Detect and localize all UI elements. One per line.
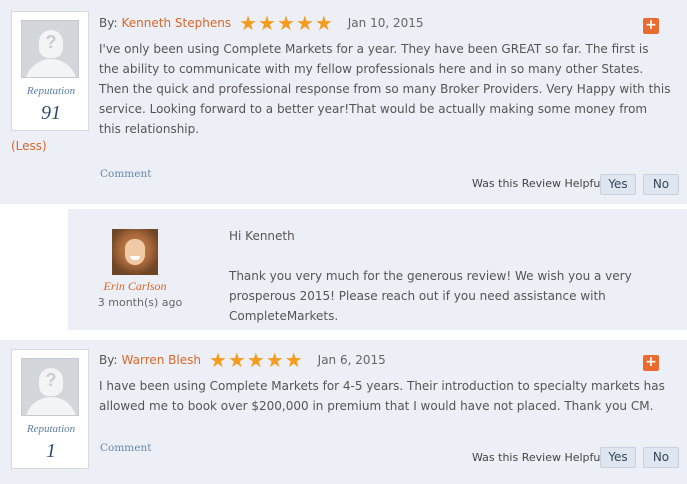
no-button[interactable]: No [643, 447, 679, 468]
review-date: Jan 10, 2015 [347, 16, 424, 30]
avatar: ? [21, 20, 79, 78]
star-icon: ★ [258, 11, 276, 35]
review-text: I've only been using Complete Markets fo… [99, 42, 671, 136]
star-icon: ★ [284, 348, 303, 372]
star-icon: ★ [276, 11, 295, 35]
comment-link[interactable]: Comment [100, 168, 151, 180]
reputation-value: 91 [41, 102, 61, 124]
review-byline: By: Kenneth Stephens ★ ★ ★ ★ ★ Jan 10, 2… [99, 13, 424, 33]
yes-button[interactable]: Yes [600, 447, 636, 468]
star-icon: ★ [227, 348, 246, 372]
star-icon: ★ [295, 11, 314, 35]
plus-icon[interactable]: + [643, 18, 659, 34]
reply-text: Thank you very much for the generous rev… [229, 269, 632, 323]
star-icon: ★ [208, 348, 227, 372]
by-label: By: [99, 16, 118, 30]
less-link[interactable]: (Less) [11, 139, 47, 153]
staff-avatar [112, 229, 158, 275]
reply-time: 3 month(s) ago [97, 296, 183, 309]
plus-icon[interactable]: + [643, 355, 659, 371]
review-date: Jan 6, 2015 [317, 353, 386, 367]
by-label: By: [99, 353, 118, 367]
review-byline: By: Warren Blesh ★ ★ ★ ★ ★ Jan 6, 2015 [99, 350, 386, 370]
helpful-label: Was this Review Helpful? [472, 177, 610, 190]
reputation-value: 1 [46, 440, 56, 462]
review-card: ? Reputation 91 By: Kenneth Stephens ★ ★… [0, 0, 687, 204]
star-icon: ★ [265, 348, 284, 372]
reputation-label: Reputation [26, 423, 76, 435]
star-icon: ★ [246, 348, 265, 372]
no-button[interactable]: No [643, 174, 679, 195]
reply-greeting: Hi Kenneth [229, 229, 295, 243]
reviewer-reputation-card: ? Reputation 91 [11, 11, 89, 131]
star-rating: ★ ★ ★ ★ ★ [209, 350, 304, 370]
helpful-label: Was this Review Helpful? [472, 451, 610, 464]
staff-name[interactable]: Erin Carlson [97, 279, 173, 294]
avatar: ? [21, 358, 79, 416]
author-link[interactable]: Kenneth Stephens [122, 16, 232, 30]
reviewer-reputation-card: ? Reputation 1 [11, 349, 89, 469]
yes-button[interactable]: Yes [600, 174, 636, 195]
star-icon: ★ [239, 11, 257, 35]
reputation-label: Reputation [26, 85, 76, 97]
star-rating: ★ ★ ★ ★ ★ [239, 13, 334, 33]
star-icon: ★ [314, 11, 333, 35]
review-text: I have been using Complete Markets for 4… [99, 379, 665, 413]
author-link[interactable]: Warren Blesh [122, 353, 201, 367]
comment-link[interactable]: Comment [100, 442, 151, 454]
